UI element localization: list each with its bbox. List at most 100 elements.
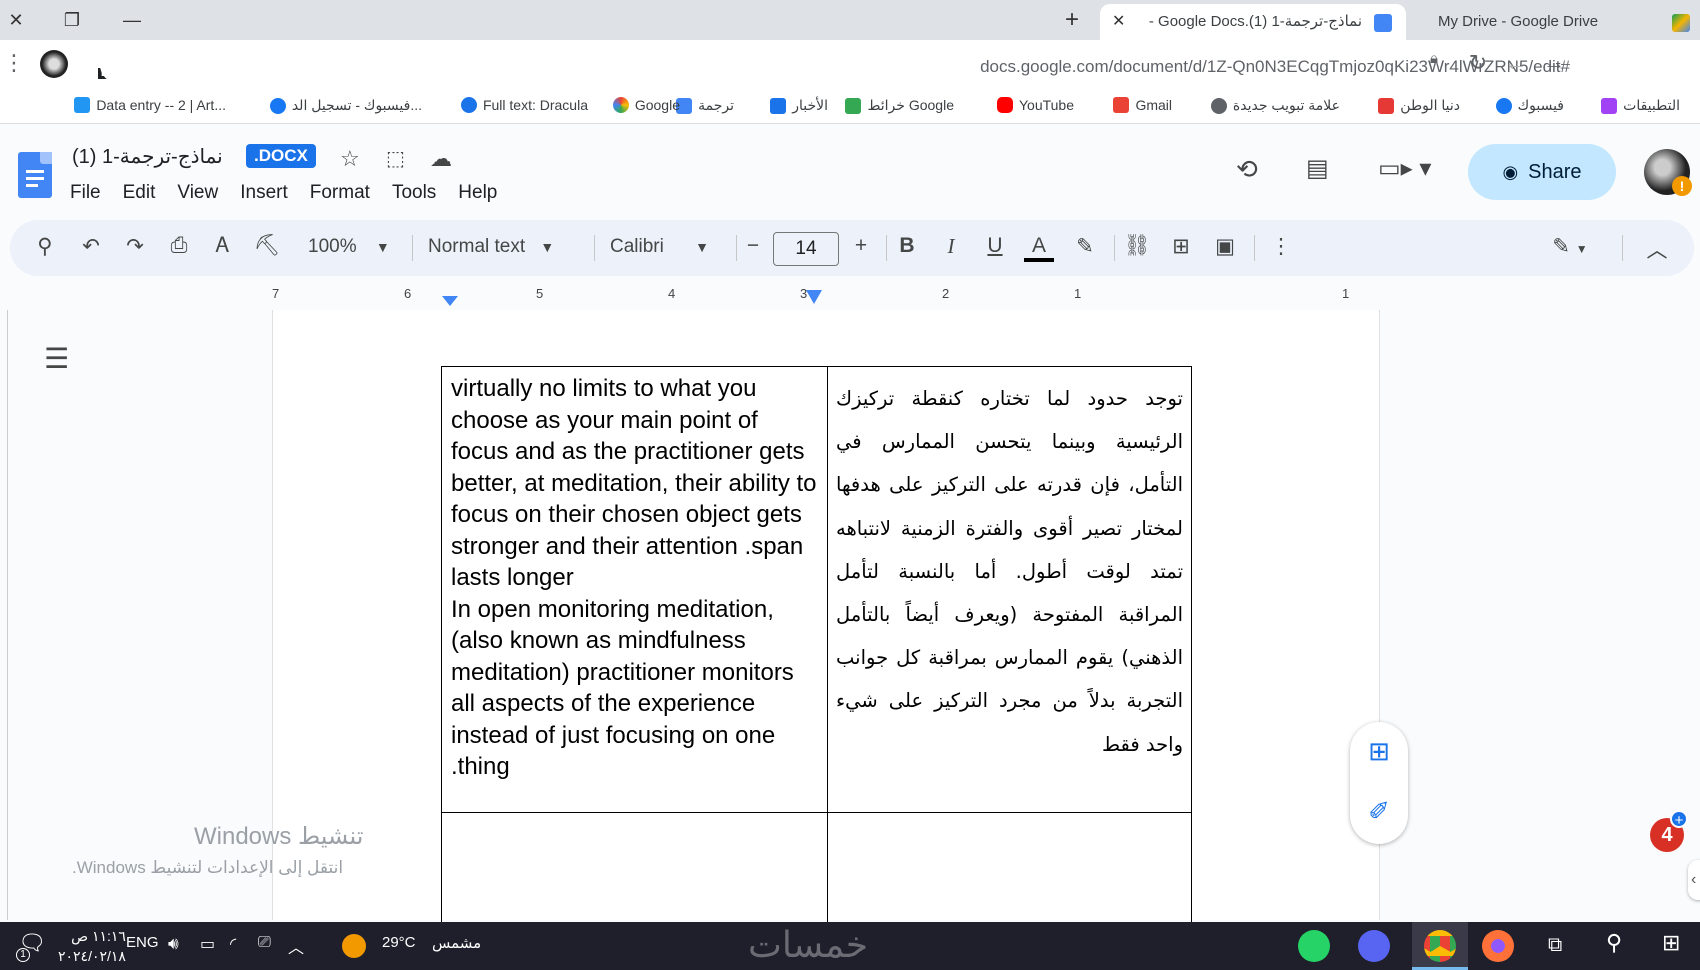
zoom-select[interactable]: 100% ▼	[308, 236, 390, 258]
globe-icon: ◉	[1502, 161, 1519, 182]
side-panel-toggle-icon[interactable]: ‹	[1688, 860, 1700, 900]
bookmark-new-tab[interactable]: علامة تبويب جديدة	[1210, 97, 1340, 114]
profile-avatar[interactable]	[40, 50, 68, 78]
style-select[interactable]: Normal text ▼	[428, 236, 554, 258]
menu-view[interactable]: View	[177, 182, 218, 204]
bookmark-news[interactable]: الأخبار	[770, 97, 828, 114]
suggest-edits-icon[interactable]: ✐	[1364, 796, 1394, 826]
lock-icon[interactable]: 🔒︎	[1420, 50, 1448, 67]
menu-file[interactable]: File	[70, 182, 101, 204]
search-menus-icon[interactable]: ⚲	[30, 234, 60, 259]
bookmark-gmail[interactable]: Gmail	[1113, 97, 1172, 113]
show-hidden-icons-icon[interactable]: ︿	[288, 934, 304, 958]
document-title[interactable]: نماذج-ترجمة-1 (1)	[72, 144, 223, 169]
font-select[interactable]: Calibri ▼	[610, 236, 709, 258]
tab-google-drive[interactable]: My Drive - Google Drive	[1412, 4, 1700, 40]
battery-icon[interactable]: ▭	[200, 934, 215, 954]
wifi-icon[interactable]: ◜	[230, 934, 236, 954]
text-color-button[interactable]: A	[1024, 234, 1054, 262]
menu-insert[interactable]: Insert	[240, 182, 288, 204]
insert-link-icon[interactable]: ⛓	[1122, 234, 1152, 258]
bookmark-apps[interactable]: التطبيقات	[1601, 97, 1680, 114]
indent-marker[interactable]	[442, 296, 458, 306]
chrome-icon[interactable]	[1424, 930, 1456, 962]
share-button[interactable]: ◉ Share	[1468, 144, 1616, 200]
task-view-icon[interactable]: ⧉	[1548, 934, 1562, 957]
input-language[interactable]: ENG	[126, 934, 159, 951]
bookmark-translate[interactable]: ترجمة	[676, 97, 734, 114]
highlight-color-icon[interactable]: ✎	[1070, 234, 1100, 259]
tab-close-icon[interactable]: ✕	[1112, 4, 1125, 40]
bookmark-youtube[interactable]: YouTube	[996, 97, 1074, 113]
arabic-cell[interactable]: توجد حدود لما تختاره كنقطة تركيزك الرئيس…	[827, 366, 1192, 813]
increase-font-size-icon[interactable]: +	[846, 234, 876, 258]
undo-icon[interactable]: ↶	[76, 234, 106, 259]
english-cell[interactable]: virtually no limits to what you choose a…	[441, 366, 828, 813]
comments-icon[interactable]: ▤	[1306, 154, 1329, 183]
ruler-number: 6	[404, 286, 412, 301]
more-menu-icon[interactable]: ⋮	[0, 50, 28, 76]
indent-marker[interactable]	[806, 290, 822, 304]
add-comment-icon[interactable]: ⊞	[1166, 234, 1196, 259]
windows-start-icon[interactable]: ⊞	[1662, 930, 1680, 956]
bookmark-google-maps[interactable]: خرائط Google	[845, 97, 954, 114]
window-close-icon[interactable]: ✕	[2, 6, 30, 34]
weather-temperature[interactable]: 29°C	[382, 934, 416, 951]
spellcheck-icon[interactable]: Ꭺ	[208, 234, 238, 258]
add-comment-icon[interactable]: ⊞	[1364, 736, 1394, 766]
print-icon[interactable]: ⎙	[164, 234, 194, 258]
device-icon[interactable]: ⎚	[258, 934, 271, 952]
back-icon[interactable]: ←	[1502, 50, 1530, 76]
bold-button[interactable]: B	[892, 234, 922, 258]
clock[interactable]: ١١:١٦ ص ٢٠٢٤/٠٢/١٨	[58, 926, 126, 966]
ruler-number: 2	[942, 286, 950, 301]
new-tab-icon[interactable]: +	[1058, 6, 1086, 34]
menu-tools[interactable]: Tools	[392, 182, 436, 204]
more-options-icon[interactable]: ⋮	[1266, 234, 1296, 259]
notification-plus-icon: +	[1670, 810, 1688, 829]
meet-video-icon[interactable]: ▭▸ ▾	[1378, 154, 1431, 183]
bookmark-data-entry[interactable]: Data entry -- 2 | Art...	[74, 97, 226, 113]
docs-favicon-icon	[1374, 14, 1392, 32]
italic-button[interactable]: I	[936, 234, 966, 259]
volume-icon[interactable]: 🔊︎	[168, 934, 179, 954]
insert-image-icon[interactable]: ▣	[1210, 234, 1240, 259]
sun-weather-icon[interactable]	[342, 934, 366, 958]
move-folder-icon[interactable]: ⬚	[386, 146, 405, 171]
menu-edit[interactable]: Edit	[123, 182, 156, 204]
browser-tab-strip: ✕ ❐ — + ✕ نماذج-ترجمة-1 (1).Google Docs …	[0, 0, 1700, 40]
underline-button[interactable]: U	[980, 234, 1010, 258]
font-size-input[interactable]: 14	[773, 232, 839, 266]
menu-format[interactable]: Format	[310, 182, 370, 204]
whatsapp-icon[interactable]	[1298, 930, 1330, 962]
star-icon[interactable]: ☆	[340, 146, 360, 172]
document-outline-icon[interactable]: ☰	[44, 342, 69, 375]
horizontal-ruler[interactable]: 7 6 5 4 3 2 1 1	[272, 286, 1376, 308]
collapse-toolbar-icon[interactable]: ︿	[1642, 234, 1672, 264]
weather-condition[interactable]: مشمس	[432, 934, 481, 952]
decrease-font-size-icon[interactable]: −	[738, 234, 768, 258]
redo-icon[interactable]: ↷	[120, 234, 150, 259]
docs-logo-icon[interactable]	[18, 152, 52, 198]
bookmark-facebook-login[interactable]: فيسبوك - تسجيل الد...	[269, 97, 422, 114]
version-history-icon[interactable]: ⟲	[1236, 154, 1258, 185]
cloud-status-icon[interactable]: ☁	[430, 146, 452, 172]
document-page[interactable]: virtually no limits to what you choose a…	[272, 310, 1380, 953]
bookmark-label: الأخبار	[792, 97, 828, 113]
window-restore-icon[interactable]: ❐	[58, 6, 86, 34]
bookmark-dracula[interactable]: Full text: Dracula	[460, 97, 588, 113]
paint-format-icon[interactable]: ⛏	[252, 234, 282, 258]
bookmark-label: علامة تبويب جديدة	[1232, 97, 1340, 113]
app-icon[interactable]	[1358, 930, 1390, 962]
reload-icon[interactable]: ↻	[1464, 50, 1492, 76]
window-minimize-icon[interactable]: —	[118, 6, 146, 34]
bookmark-google[interactable]: Google	[612, 97, 680, 113]
search-icon[interactable]: ⚲	[1606, 930, 1622, 956]
editing-mode-icon[interactable]: ✎ ▼	[1540, 234, 1600, 259]
forward-icon[interactable]: →	[1540, 50, 1568, 76]
tab-google-docs[interactable]: ✕ نماذج-ترجمة-1 (1).Google Docs -	[1100, 4, 1406, 40]
firefox-icon[interactable]	[1482, 930, 1514, 962]
bookmark-donia-alwatan[interactable]: دنيا الوطن	[1378, 97, 1460, 114]
bookmark-facebook[interactable]: فيسبوك	[1495, 97, 1564, 114]
menu-help[interactable]: Help	[458, 182, 497, 204]
